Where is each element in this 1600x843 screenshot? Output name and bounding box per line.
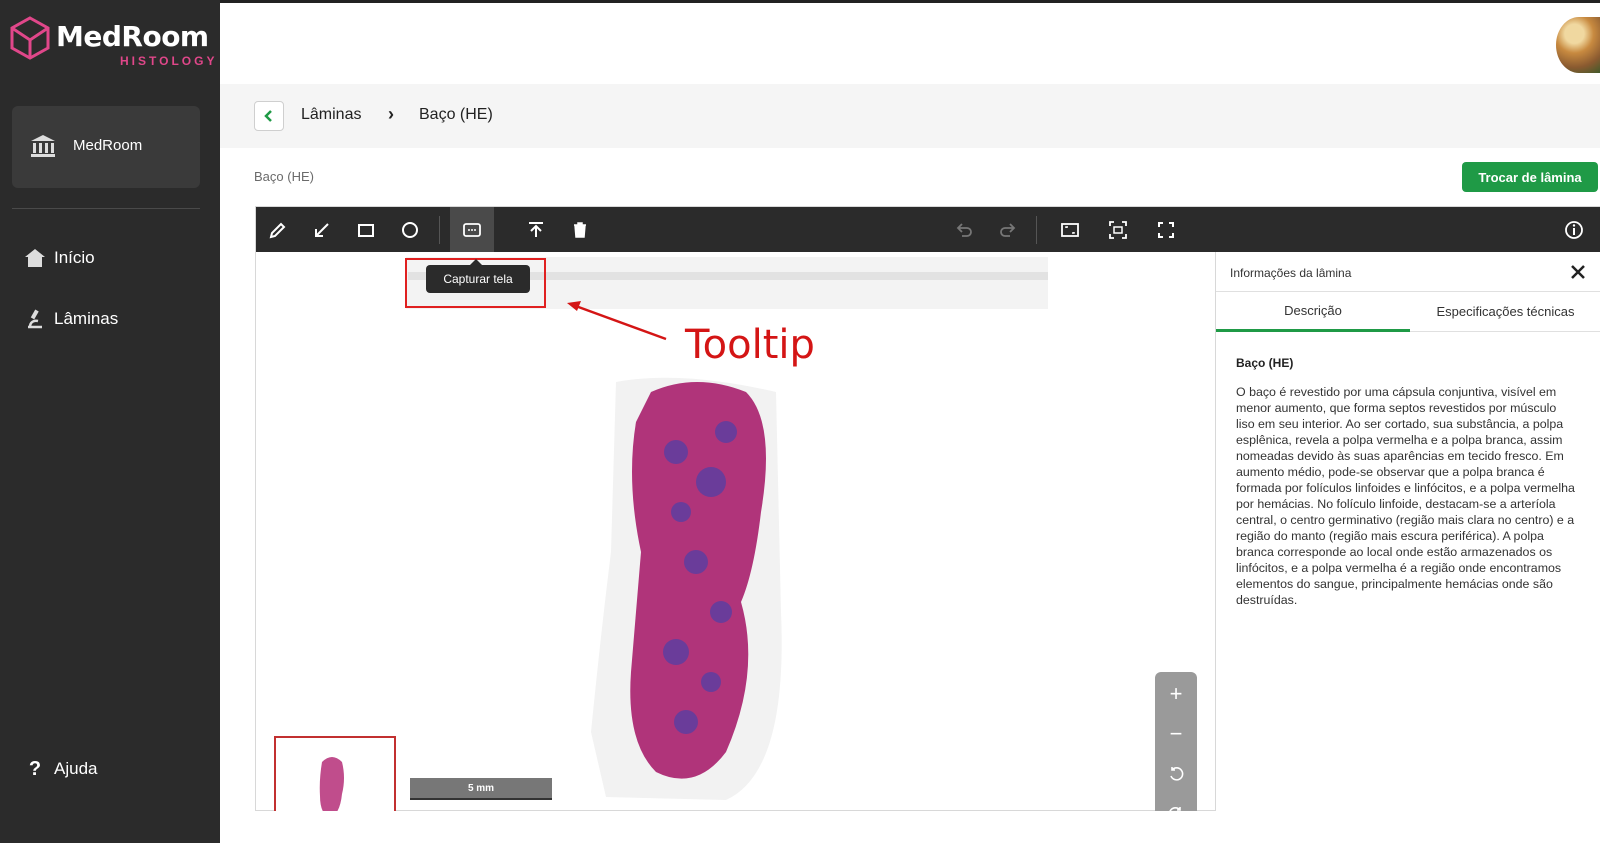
- info-icon: [1565, 220, 1583, 239]
- overview-minimap[interactable]: [274, 736, 396, 811]
- brand-name: MedRoom: [56, 20, 209, 53]
- rotate-right-icon: [1169, 807, 1181, 811]
- rectangle-icon: [358, 223, 374, 237]
- focus-icon: [1109, 220, 1127, 239]
- help-icon: ?: [28, 757, 42, 780]
- institution-icon: [31, 135, 55, 157]
- focus-button[interactable]: [1096, 207, 1140, 252]
- description-text: O baço é revestido por uma cápsula conju…: [1236, 385, 1575, 607]
- breadcrumb-item-laminas[interactable]: Lâminas: [301, 106, 361, 124]
- toolbar-divider: [1036, 216, 1037, 244]
- sidebar-item-label: Lâminas: [54, 309, 119, 328]
- fullscreen-icon: [1158, 221, 1174, 238]
- rotate-right-button[interactable]: [1155, 794, 1197, 811]
- home-icon: [24, 247, 46, 269]
- export-icon: [529, 221, 543, 237]
- fit-icon: [1061, 222, 1079, 237]
- circle-tool-button[interactable]: [388, 207, 432, 252]
- top-header: [220, 0, 1600, 84]
- close-icon: [1571, 265, 1585, 279]
- redo-button[interactable]: [986, 207, 1030, 252]
- pencil-icon: [269, 222, 286, 238]
- trash-icon: [574, 221, 586, 238]
- tab-descricao[interactable]: Descrição: [1216, 292, 1410, 332]
- fit-view-button[interactable]: [1048, 207, 1092, 252]
- rectangle-tool-button[interactable]: [344, 207, 388, 252]
- circle-icon: [402, 221, 418, 238]
- zoom-in-button[interactable]: +: [1155, 674, 1197, 714]
- tab-especificacoes[interactable]: Especificações técnicas: [1410, 292, 1600, 332]
- medroom-cube-icon: [10, 16, 50, 60]
- zoom-controls: + −: [1155, 672, 1197, 811]
- arrow-icon: [315, 222, 329, 237]
- fullscreen-button[interactable]: [1144, 207, 1188, 252]
- rotate-left-button[interactable]: [1155, 754, 1197, 794]
- redo-icon: [1000, 222, 1016, 237]
- slide-info-panel: Informações da lâmina Descrição Especifi…: [1215, 252, 1600, 811]
- minimap-thumbnail: [319, 757, 344, 811]
- microscope-icon: [24, 308, 46, 330]
- annotation-arrow-icon: [567, 301, 667, 341]
- page-title: Baço (HE): [254, 169, 314, 184]
- undo-icon: [956, 222, 972, 237]
- viewer-toolbar: [256, 207, 1600, 252]
- sidebar-item-inicio[interactable]: Início: [24, 243, 95, 273]
- screenshot-button[interactable]: [450, 207, 494, 252]
- scale-bar: 5 mm: [410, 778, 552, 800]
- sidebar: MedRoom HISTOLOGY MedRoom Início Lâminas…: [0, 0, 220, 843]
- pencil-tool-button[interactable]: [256, 207, 300, 252]
- sidebar-item-ajuda[interactable]: ? Ajuda: [24, 754, 98, 784]
- brand-logo[interactable]: MedRoom HISTOLOGY: [10, 14, 214, 70]
- breadcrumb: Lâminas › Baço (HE): [220, 84, 1600, 148]
- sidebar-item-label: Ajuda: [54, 759, 98, 778]
- organization-card[interactable]: MedRoom: [12, 106, 200, 188]
- sidebar-item-label: Início: [54, 248, 95, 267]
- tooltip: Capturar tela: [426, 265, 530, 293]
- info-panel-title: Informações da lâmina: [1230, 266, 1352, 280]
- delete-button[interactable]: [558, 207, 602, 252]
- arrow-tool-button[interactable]: [300, 207, 344, 252]
- breadcrumb-item-current: Baço (HE): [419, 106, 493, 123]
- info-button[interactable]: [1552, 207, 1596, 252]
- undo-button[interactable]: [942, 207, 986, 252]
- swap-slide-button[interactable]: Trocar de lâmina: [1462, 162, 1598, 192]
- export-button[interactable]: [514, 207, 558, 252]
- sidebar-item-laminas[interactable]: Lâminas: [24, 304, 118, 334]
- sidebar-divider: [12, 208, 200, 209]
- slide-viewer: 5 mm + − Capturar tela Tooltip Informaçõ…: [255, 206, 1600, 811]
- zoom-out-button[interactable]: −: [1155, 714, 1197, 754]
- avatar[interactable]: [1556, 17, 1600, 73]
- description-heading: Baço (HE): [1236, 356, 1294, 370]
- organization-label: MedRoom: [73, 137, 143, 154]
- rotate-left-icon: [1170, 767, 1184, 781]
- brand-subtitle: HISTOLOGY: [120, 54, 218, 68]
- toolbar-divider: [439, 216, 440, 244]
- chevron-left-icon: [264, 110, 272, 122]
- close-button[interactable]: [1568, 262, 1588, 282]
- screenshot-icon: [463, 222, 481, 237]
- back-button[interactable]: [254, 101, 284, 131]
- chevron-right-icon: ›: [388, 104, 394, 124]
- app-root: MedRoom HISTOLOGY MedRoom Início Lâminas…: [0, 0, 1600, 843]
- annotation-label: Tooltip: [685, 322, 815, 368]
